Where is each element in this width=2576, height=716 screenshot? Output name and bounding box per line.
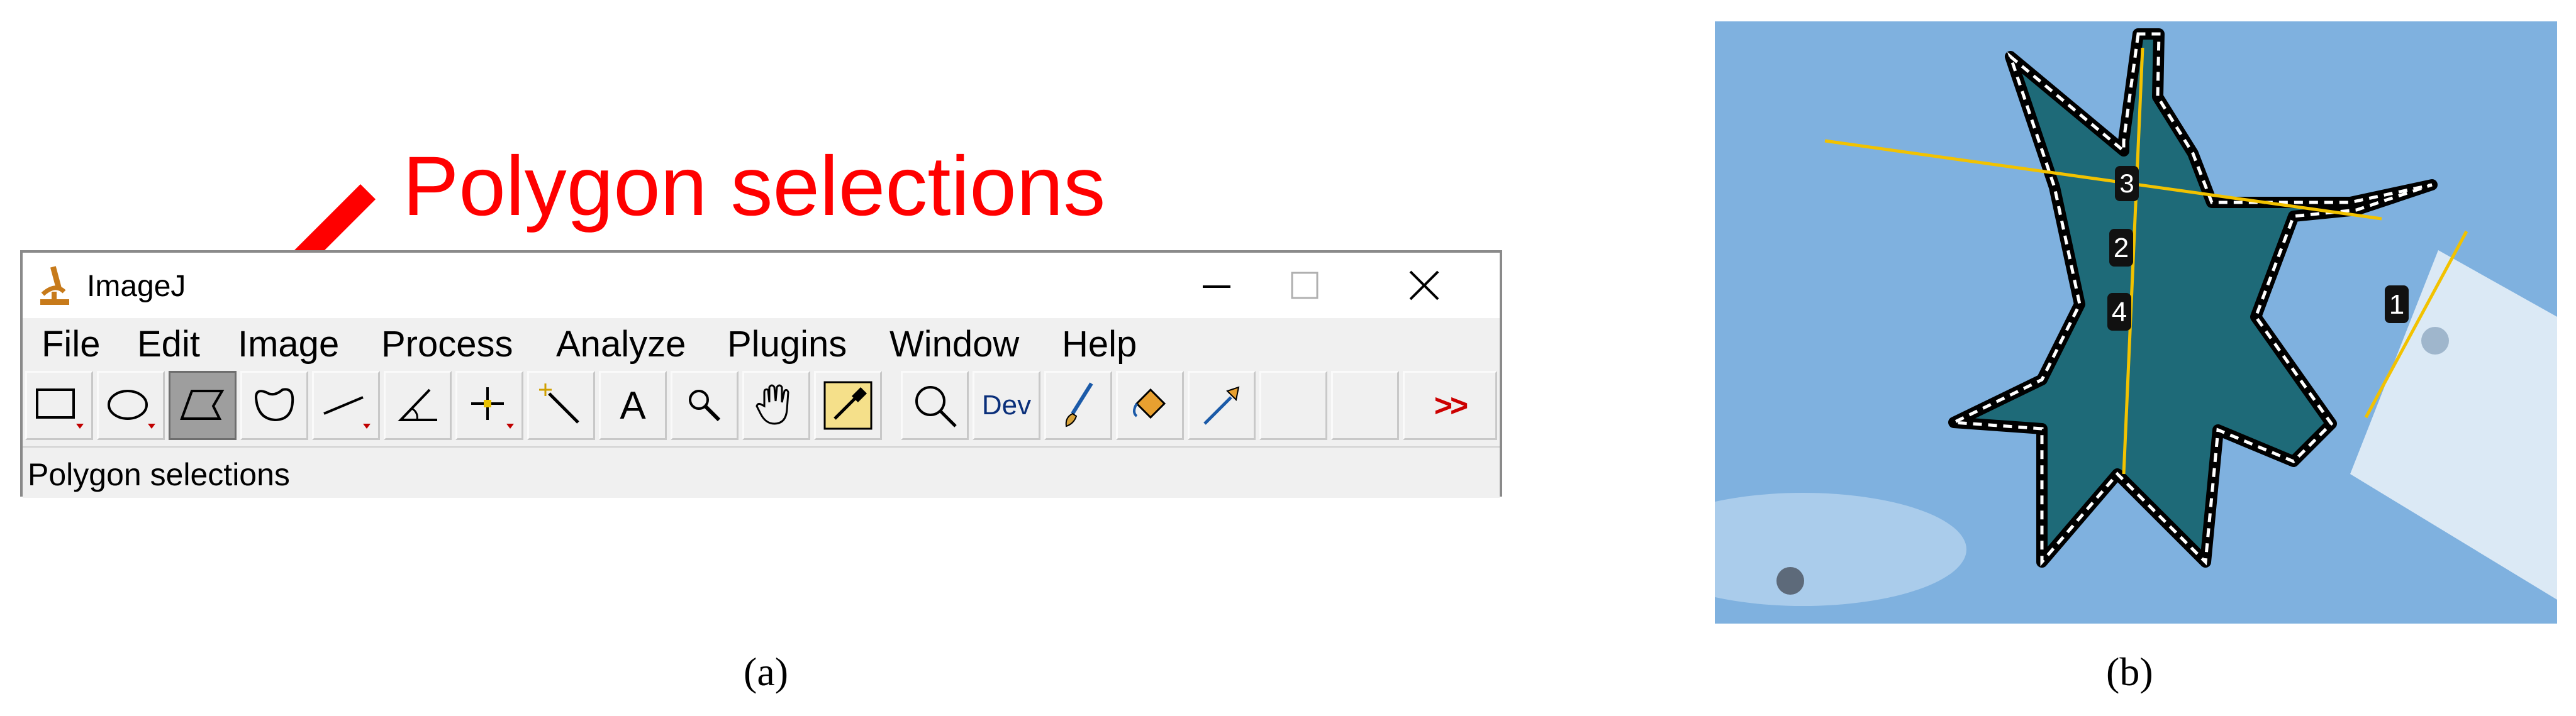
minimize-button[interactable] xyxy=(1173,259,1261,312)
brush-icon xyxy=(1065,382,1093,427)
menu-image[interactable]: Image xyxy=(238,323,339,365)
oval-icon xyxy=(108,390,155,429)
maximize-icon xyxy=(1291,272,1319,299)
svg-text:3: 3 xyxy=(2119,168,2134,198)
rectangle-icon xyxy=(36,388,84,429)
angle-tool[interactable] xyxy=(384,371,452,440)
wand-tool[interactable] xyxy=(527,371,595,440)
caption-b: (b) xyxy=(2106,649,2153,694)
bucket-icon xyxy=(1133,388,1166,419)
measurement-label-3: 3 xyxy=(2115,166,2139,201)
annotation-label: Polygon selections xyxy=(403,140,1106,233)
developer-menu[interactable]: Dev xyxy=(973,371,1040,440)
measurement-label-4: 4 xyxy=(2107,293,2131,331)
pipette-icon xyxy=(1203,386,1240,425)
empty-slot-1 xyxy=(1259,371,1327,440)
imagej-window: ImageJ File Edit Image Process Analyze P… xyxy=(20,250,1502,498)
angle-icon xyxy=(398,388,437,421)
scrolling-tool[interactable] xyxy=(742,371,810,440)
line-tool[interactable] xyxy=(312,371,380,440)
zoom-tool[interactable] xyxy=(901,371,969,440)
freehand-icon xyxy=(254,388,294,422)
more-tools-button[interactable]: >> xyxy=(1403,371,1497,440)
menu-edit[interactable]: Edit xyxy=(137,323,200,365)
line-icon xyxy=(323,396,371,429)
magnifier-icon xyxy=(689,390,721,422)
menu-help[interactable]: Help xyxy=(1062,323,1137,365)
menu-analyze[interactable]: Analyze xyxy=(556,323,686,365)
menu-bar: File Edit Image Process Analyze Plugins … xyxy=(23,318,1500,368)
hand-icon xyxy=(756,384,789,425)
status-text: Polygon selections xyxy=(28,457,290,492)
svg-text:1: 1 xyxy=(2389,289,2404,320)
text-icon: A xyxy=(620,383,646,427)
magnifying-tool[interactable] xyxy=(671,371,739,440)
menu-plugins[interactable]: Plugins xyxy=(727,323,847,365)
polygon-icon xyxy=(180,390,225,420)
menu-process[interactable]: Process xyxy=(381,323,513,365)
flood-fill-tool[interactable] xyxy=(1116,371,1184,440)
measurement-label-1: 1 xyxy=(2385,285,2409,323)
oval-tool[interactable] xyxy=(97,371,165,440)
dev-icon: Dev xyxy=(981,390,1032,421)
caption-a: (a) xyxy=(744,649,789,694)
zoom-icon xyxy=(915,386,957,427)
window-title: ImageJ xyxy=(87,270,186,303)
color-picker-tool[interactable] xyxy=(814,371,882,440)
pipette-tool[interactable] xyxy=(1188,371,1256,440)
menu-window[interactable]: Window xyxy=(889,323,1019,365)
toolbar: A Dev >> xyxy=(23,368,1500,446)
text-tool[interactable]: A xyxy=(599,371,667,440)
wand-icon xyxy=(539,383,579,424)
point-tool[interactable] xyxy=(455,371,523,440)
more-icon: >> xyxy=(1434,388,1468,423)
rectangle-tool[interactable] xyxy=(25,371,93,440)
brush-tool[interactable] xyxy=(1044,371,1112,440)
title-bar: ImageJ xyxy=(23,253,1500,318)
svg-text:2: 2 xyxy=(2114,233,2129,263)
polygon-tool[interactable] xyxy=(169,371,237,440)
svg-text:4: 4 xyxy=(2112,297,2127,328)
menu-file[interactable]: File xyxy=(42,323,100,365)
empty-slot-2 xyxy=(1331,371,1399,440)
microscope-icon xyxy=(40,266,69,305)
measurement-label-2: 2 xyxy=(2109,229,2133,267)
leaf-photo: 1 2 3 4 xyxy=(1715,21,2557,624)
status-bar: Polygon selections xyxy=(23,446,1500,498)
close-button[interactable] xyxy=(1380,259,1468,312)
point-icon xyxy=(471,387,514,429)
freehand-tool[interactable] xyxy=(240,371,308,440)
close-icon xyxy=(1409,270,1439,300)
eyedropper-icon xyxy=(823,381,873,430)
maximize-button[interactable] xyxy=(1261,259,1349,312)
minimize-icon xyxy=(1203,285,1230,288)
